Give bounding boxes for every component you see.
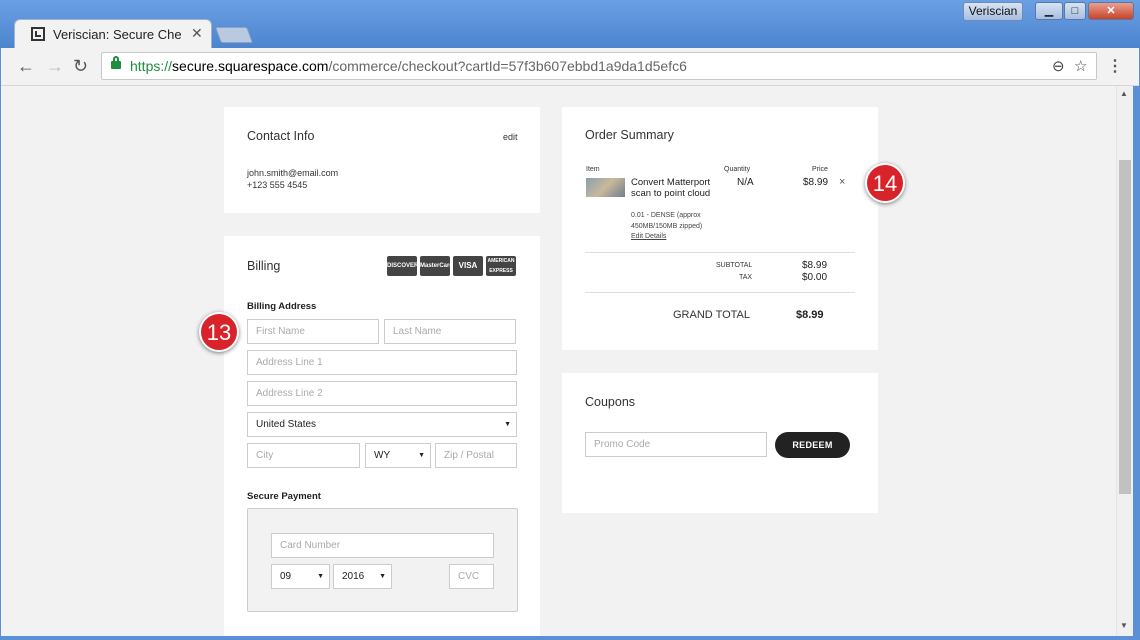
mastercard-logo: MasterCard	[420, 256, 453, 276]
item-description: 0.01 - DENSE (approx 450MB/150MB zipped)	[631, 212, 703, 230]
lock-icon	[111, 56, 121, 69]
chevron-down-icon: ▼	[504, 421, 511, 428]
scroll-up-icon[interactable]: ▲	[1120, 89, 1128, 98]
edit-details-link[interactable]: Edit Details	[631, 233, 666, 240]
exp-month-value: 09	[280, 571, 292, 582]
exp-year-value: 2016	[342, 571, 365, 582]
page-content: Contact Info edit john.smith@email.com +…	[1, 86, 1116, 636]
browser-tab[interactable]: Veriscian: Secure Checko ✕	[14, 19, 212, 48]
new-tab-button[interactable]	[215, 27, 253, 43]
address-line-1-field[interactable]: Address Line 1	[247, 350, 517, 375]
coupons-title: Coupons	[585, 395, 636, 409]
scroll-down-icon[interactable]: ▼	[1120, 621, 1128, 630]
billing-title: Billing	[247, 259, 281, 273]
state-select[interactable]: WY ▼	[365, 443, 431, 468]
secure-payment-label: Secure Payment	[247, 491, 321, 502]
address-bar[interactable]: https://secure.squarespace.com/commerce/…	[101, 52, 1097, 80]
vertical-scrollbar[interactable]: ▲ ▼	[1116, 86, 1133, 636]
back-arrow-icon[interactable]: ←	[17, 56, 35, 77]
step-marker-13: 13	[199, 312, 239, 352]
minimize-button[interactable]: ▁	[1035, 2, 1063, 20]
zoom-icon[interactable]: ⊖	[1052, 57, 1065, 75]
forward-arrow-icon[interactable]: →	[46, 56, 64, 77]
cvc-field[interactable]: CVC	[449, 564, 494, 589]
first-name-field[interactable]: First Name	[247, 319, 379, 344]
close-window-button[interactable]: ✕	[1088, 2, 1134, 20]
card-number-field[interactable]: Card Number	[271, 533, 494, 558]
order-summary-title: Order Summary	[585, 128, 674, 142]
amex-logo: AMERICAN EXPRESS	[486, 256, 516, 276]
grand-total-label: GRAND TOTAL	[673, 309, 751, 321]
billing-card: Billing DISCOVER MasterCard VISA AMERICA…	[224, 236, 540, 636]
col-price-header: Price	[812, 166, 828, 173]
order-summary-card: Order Summary Item Quantity Price Conver…	[562, 107, 878, 350]
url-text: https://secure.squarespace.com/commerce/…	[130, 58, 687, 74]
scroll-thumb[interactable]	[1119, 160, 1131, 494]
tab-close-icon[interactable]: ✕	[191, 25, 203, 42]
maximize-button[interactable]: □	[1064, 2, 1086, 20]
address-line-2-field[interactable]: Address Line 2	[247, 381, 517, 406]
remove-item-icon[interactable]: ×	[839, 176, 845, 188]
exp-month-select[interactable]: 09 ▼	[271, 564, 330, 589]
country-select[interactable]: United States ▼	[247, 412, 517, 437]
item-name: Convert Matterport scan to point cloud	[631, 177, 711, 199]
reload-icon[interactable]: ↻	[73, 56, 88, 77]
zip-field[interactable]: Zip / Postal	[435, 443, 517, 468]
contact-email: john.smith@email.com	[247, 168, 339, 178]
state-value: WY	[374, 450, 391, 461]
contact-edit-link[interactable]: edit	[503, 132, 518, 142]
last-name-field[interactable]: Last Name	[384, 319, 516, 344]
menu-dots-icon[interactable]: ⋮	[1107, 56, 1123, 76]
site-favicon-icon	[31, 27, 45, 41]
payment-box: Card Number 09 ▼ 2016 ▼ CVC	[247, 508, 518, 612]
divider	[585, 292, 855, 293]
profile-button[interactable]: Veriscian	[963, 2, 1023, 21]
browser-toolbar: ← → ↻ https://secure.squarespace.com/com…	[1, 48, 1139, 86]
promo-code-field[interactable]: Promo Code	[585, 432, 767, 457]
step-marker-14: 14	[865, 163, 905, 203]
chevron-down-icon: ▼	[317, 573, 324, 580]
item-quantity: N/A	[737, 177, 754, 188]
contact-info-card: Contact Info edit john.smith@email.com +…	[224, 107, 540, 213]
tax-value: $0.00	[802, 272, 828, 283]
divider	[585, 252, 855, 253]
visa-logo: VISA	[453, 256, 483, 276]
discover-logo: DISCOVER	[387, 256, 418, 276]
chevron-down-icon: ▼	[418, 452, 425, 459]
product-thumbnail	[586, 178, 625, 197]
col-quantity-header: Quantity	[724, 166, 751, 173]
billing-address-label: Billing Address	[247, 301, 317, 312]
chevron-down-icon: ▼	[379, 573, 386, 580]
bookmark-star-icon[interactable]: ☆	[1074, 57, 1087, 75]
subtotal-label: SUBTOTAL	[716, 262, 753, 269]
browser-window: Veriscian: Secure Checko ✕ Veriscian ▁ □…	[0, 0, 1140, 640]
title-bar: Veriscian: Secure Checko ✕ Veriscian ▁ □…	[0, 0, 1140, 48]
redeem-button[interactable]: REDEEM	[775, 432, 850, 458]
subtotal-value: $8.99	[802, 260, 828, 271]
exp-year-select[interactable]: 2016 ▼	[333, 564, 392, 589]
coupons-card: Coupons Promo Code REDEEM	[562, 373, 878, 513]
tax-label: TAX	[739, 274, 753, 281]
col-item-header: Item	[586, 166, 600, 173]
country-value: United States	[256, 419, 317, 430]
grand-total-value: $8.99	[796, 309, 824, 321]
item-price: $8.99	[803, 177, 829, 188]
city-field[interactable]: City	[247, 443, 360, 468]
tab-title: Veriscian: Secure Checko	[53, 27, 181, 42]
contact-info-title: Contact Info	[247, 129, 315, 143]
contact-phone: +123 555 4545	[247, 180, 308, 190]
